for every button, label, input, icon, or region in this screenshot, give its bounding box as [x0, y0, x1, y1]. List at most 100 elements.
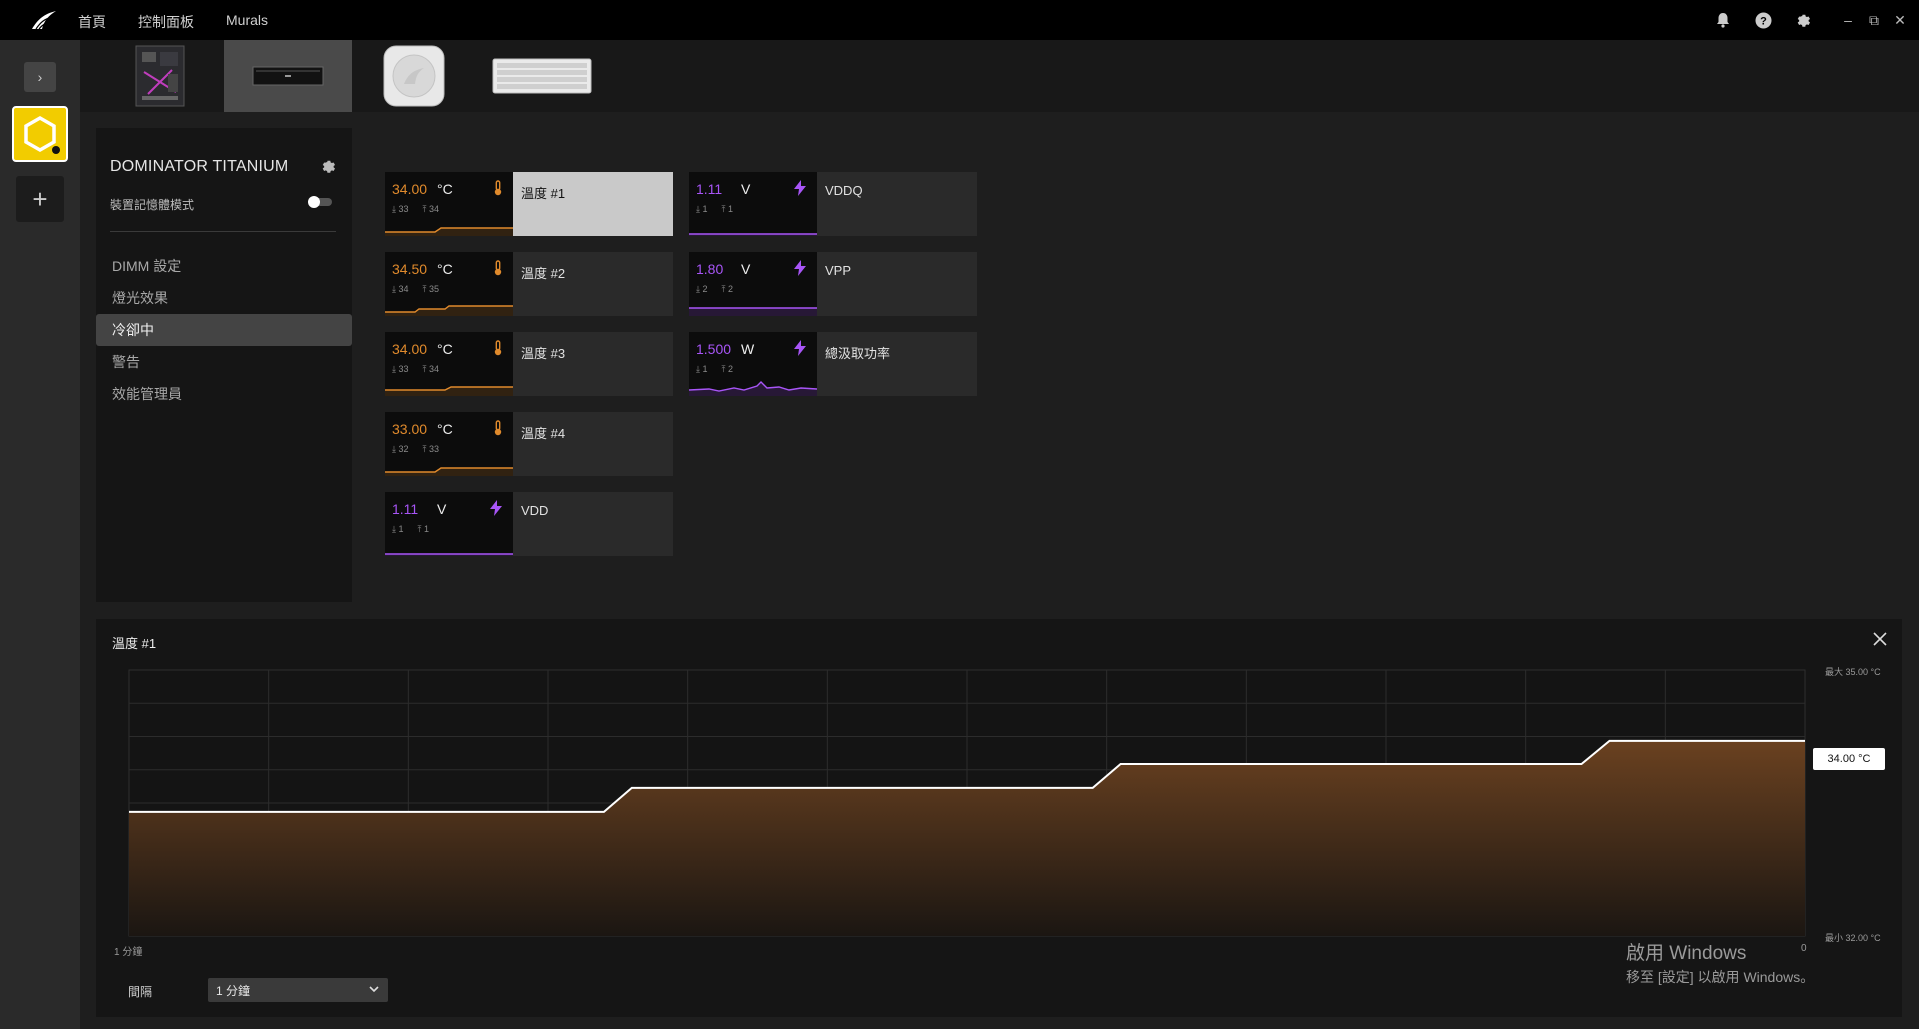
divider — [110, 231, 336, 232]
device-strip — [80, 40, 1919, 112]
menu-item-alerts[interactable]: 警告 — [96, 346, 352, 378]
sensor-tile-t4[interactable]: 33.00 °C ⤓ 32 ⤒ 33 溫度 #4 — [385, 412, 673, 476]
sensor-value: 1.11 — [696, 181, 723, 197]
nav-home[interactable]: 首頁 — [78, 12, 106, 32]
device-thumb-aio-cooler[interactable] — [380, 40, 448, 112]
nav-murals[interactable]: Murals — [226, 12, 268, 32]
chevron-down-icon — [369, 986, 379, 993]
sensor-tile-t1[interactable]: 34.00 °C ⤓ 33 ⤒ 34 溫度 #1 — [385, 172, 673, 236]
sensor-sparkline — [385, 553, 513, 556]
sensor-tile-watt[interactable]: 1.500 W ⤓ 1 ⤒ 2 總汲取功率 — [689, 332, 977, 396]
top-right-controls: ? – ⧉ ✕ — [1703, 0, 1919, 40]
sensor-value: 1.500 — [696, 341, 732, 357]
sensor-label: 溫度 #4 — [513, 412, 673, 476]
interval-dropdown[interactable]: 1 分鐘 — [208, 978, 388, 1002]
sensor-readout: 34.00 °C ⤓ 33 ⤒ 34 — [385, 332, 513, 396]
sensor-readout: 1.11 V ⤓ 1 ⤒ 1 — [385, 492, 513, 556]
thermometer-icon — [493, 260, 503, 281]
device-thumb-memory[interactable] — [224, 40, 352, 112]
restore-button[interactable]: ⧉ — [1861, 12, 1887, 29]
sensor-tile-vddq[interactable]: 1.11 V ⤓ 1 ⤒ 1 VDDQ — [689, 172, 977, 236]
sensor-value: 34.00 — [392, 341, 428, 357]
notifications-bell-icon[interactable] — [1703, 0, 1743, 40]
sensor-value: 33.00 — [392, 421, 428, 437]
device-settings-gear-icon[interactable] — [320, 158, 337, 180]
current-value-tag: 34.00 °C — [1813, 748, 1885, 770]
motherboard-icon — [135, 45, 185, 107]
menu-item-cooling[interactable]: 冷卻中 — [96, 314, 352, 346]
hexagon-device-icon — [24, 115, 60, 154]
sensor-tile-t3[interactable]: 34.00 °C ⤓ 33 ⤒ 34 溫度 #3 — [385, 332, 673, 396]
device-tile-dominator[interactable] — [12, 106, 68, 162]
device-settings-panel: DOMINATOR TITANIUM 裝置記憶體模式 DIMM 設定 燈光效果 … — [96, 128, 352, 602]
sensor-readout: 1.11 V ⤓ 1 ⤒ 1 — [689, 172, 817, 236]
lightning-icon — [489, 500, 503, 521]
interval-value: 1 分鐘 — [216, 984, 251, 998]
y-max-label: 最大 35.00 °C — [1825, 667, 1881, 677]
sensor-readout: 34.00 °C ⤓ 33 ⤒ 34 — [385, 172, 513, 236]
sensor-unit: °C — [437, 261, 453, 277]
device-thumb-keyboard[interactable] — [490, 40, 594, 112]
svg-text:?: ? — [1760, 15, 1767, 27]
sensor-readout: 1.80 V ⤓ 2 ⤒ 2 — [689, 252, 817, 316]
sensor-unit: °C — [437, 181, 453, 197]
sensor-value: 1.80 — [696, 261, 724, 277]
settings-gear-icon[interactable] — [1783, 0, 1823, 40]
sensor-unit: V — [437, 501, 447, 517]
sensor-unit: W — [741, 341, 755, 357]
add-device-button[interactable]: + — [16, 176, 64, 222]
interval-label: 間隔 — [128, 985, 153, 999]
sensor-tile-vdd[interactable]: 1.11 V ⤓ 1 ⤒ 1 VDD — [385, 492, 673, 556]
sensor-label: VDD — [513, 492, 673, 556]
help-icon[interactable]: ? — [1743, 0, 1783, 40]
memory-stick-icon — [252, 66, 324, 86]
expand-sidebar-button[interactable]: › — [24, 62, 56, 92]
menu-item-performance[interactable]: 效能管理員 — [96, 378, 352, 410]
nav-dashboard[interactable]: 控制面板 — [138, 12, 194, 32]
menu-item-dimm-settings[interactable]: DIMM 設定 — [96, 250, 352, 282]
sensor-label: VPP — [817, 252, 977, 316]
keyboard-icon — [492, 58, 592, 94]
sensor-label: 溫度 #1 — [513, 172, 673, 236]
sensor-sparkline — [385, 227, 513, 236]
window-controls: – ⧉ ✕ — [1835, 12, 1913, 29]
lightning-icon — [793, 180, 807, 201]
y-min-label: 最小 32.00 °C — [1825, 933, 1881, 943]
sensor-readout: 33.00 °C ⤓ 32 ⤒ 33 — [385, 412, 513, 476]
close-window-button[interactable]: ✕ — [1887, 12, 1913, 29]
sensor-unit: °C — [437, 341, 453, 357]
settings-menu: DIMM 設定 燈光效果 冷卻中 警告 效能管理員 — [96, 250, 352, 410]
sensor-sparkline — [689, 381, 817, 396]
sensor-sparkline — [385, 467, 513, 476]
sensor-unit: °C — [437, 421, 453, 437]
sensor-sparkline — [385, 305, 513, 316]
title-bar: 首頁 控制面板 Murals ? – ⧉ ✕ — [0, 0, 1919, 40]
sensor-unit: V — [741, 181, 751, 197]
x-left-label: 1 分鐘 — [114, 947, 143, 958]
sensor-label: 溫度 #3 — [513, 332, 673, 396]
corsair-logo — [32, 11, 56, 30]
minimize-button[interactable]: – — [1835, 12, 1861, 29]
windows-activation-watermark: 啟用 Windows 移至 [設定] 以啟用 Windows。 — [1626, 938, 1814, 987]
sensor-tile-vpp[interactable]: 1.80 V ⤓ 2 ⤒ 2 VPP — [689, 252, 977, 316]
sensor-sparkline — [385, 386, 513, 396]
menu-item-lighting[interactable]: 燈光效果 — [96, 282, 352, 314]
device-thumb-motherboard[interactable] — [128, 40, 192, 112]
top-nav: 首頁 控制面板 Murals — [78, 12, 268, 32]
pump-cooler-icon — [383, 45, 445, 107]
watermark-line-2: 移至 [設定] 以啟用 Windows。 — [1626, 969, 1815, 985]
sensor-value: 1.11 — [392, 501, 419, 517]
memory-mode-toggle[interactable] — [308, 196, 332, 208]
thermometer-icon — [493, 420, 503, 441]
sensor-tile-t2[interactable]: 34.50 °C ⤓ 34 ⤒ 35 溫度 #2 — [385, 252, 673, 316]
sensor-value: 34.50 — [392, 261, 428, 277]
memory-mode-label: 裝置記憶體模式 — [110, 198, 195, 212]
left-rail: › + — [0, 40, 80, 1029]
sensor-label: 總汲取功率 — [817, 332, 977, 396]
thermometer-icon — [493, 340, 503, 361]
thermometer-icon — [493, 180, 503, 201]
sensor-readout: 34.50 °C ⤓ 34 ⤒ 35 — [385, 252, 513, 316]
sensor-label: 溫度 #2 — [513, 252, 673, 316]
lightning-icon — [793, 340, 807, 361]
sensor-sparkline — [689, 233, 817, 236]
